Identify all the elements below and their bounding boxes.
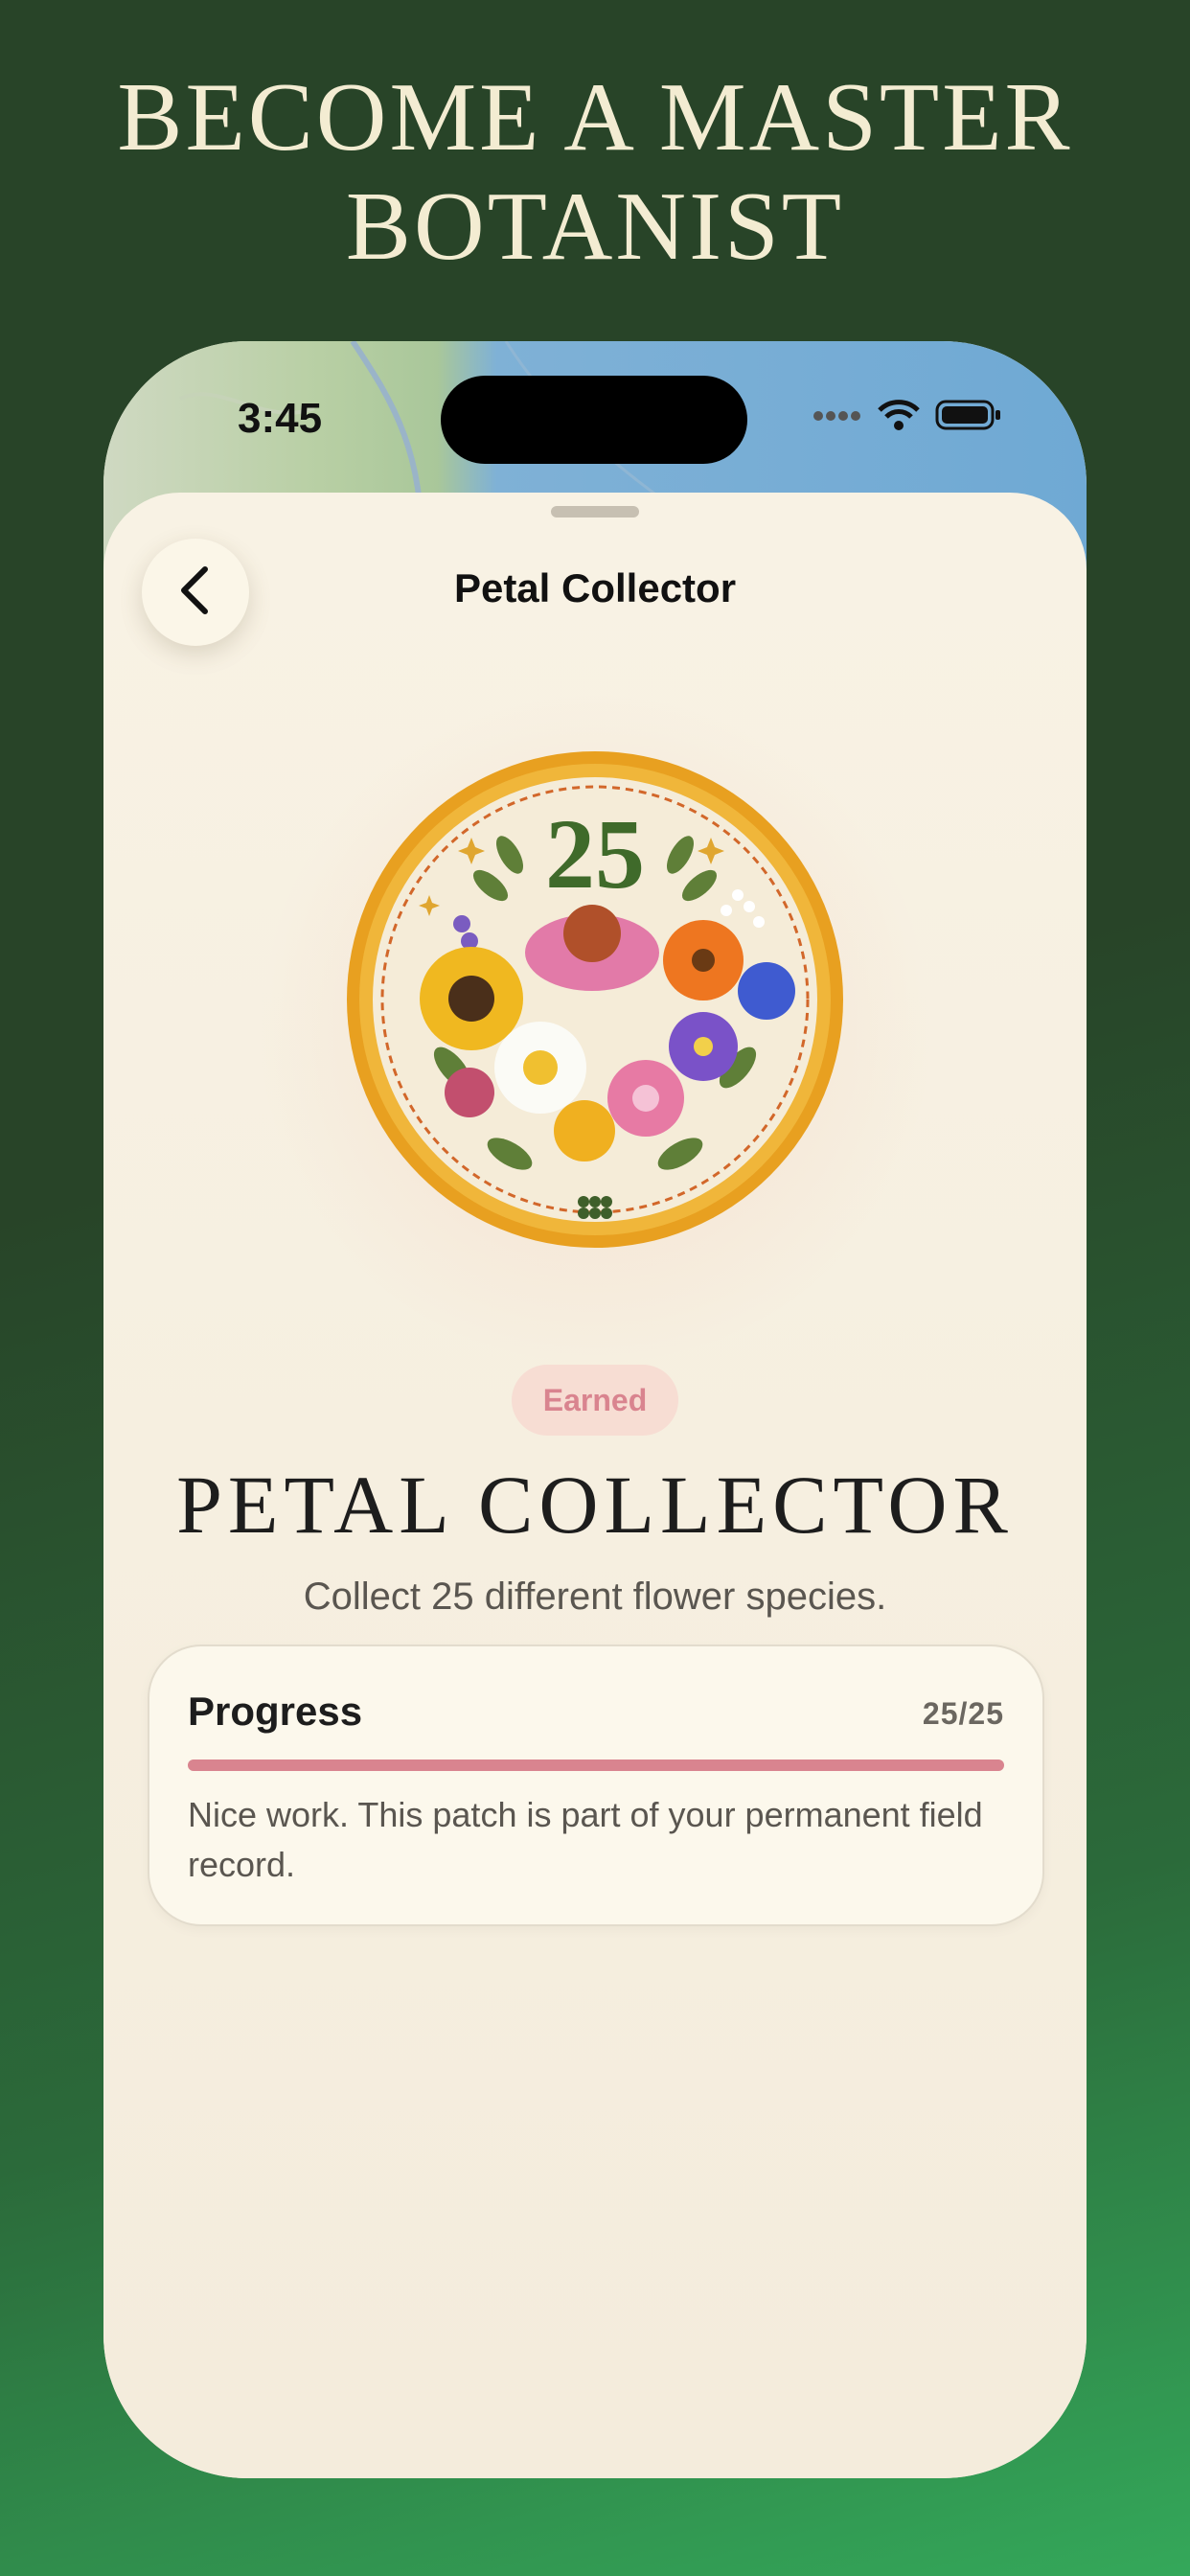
- progress-count: 25/25: [922, 1696, 1004, 1731]
- sheet-grabber[interactable]: [551, 506, 639, 518]
- status-icons: [812, 399, 1002, 436]
- progress-note: Nice work. This patch is part of your pe…: [188, 1795, 983, 1884]
- earned-badge: Earned: [512, 1365, 678, 1436]
- progress-label: Progress: [188, 1689, 363, 1734]
- wifi-icon: [878, 399, 920, 436]
- phone-frame: 3:45 Petal Collector 25 Earned PETAL COL…: [103, 341, 1087, 2478]
- progress-card: Progress 25/25 Nice work. This patch is …: [148, 1644, 1044, 1926]
- battery-icon: [935, 399, 1002, 436]
- nav-title: Petal Collector: [453, 565, 737, 610]
- status-time: 3:45: [238, 395, 323, 442]
- patch-badge: 25: [347, 751, 843, 1248]
- patch-description: Collect 25 different flower species.: [303, 1576, 887, 1618]
- signal-icon: [812, 409, 862, 426]
- headline: BECOME A MASTER BOTANIST: [117, 63, 1073, 281]
- progress-fill: [188, 1760, 1004, 1771]
- detail-sheet: Petal Collector 25 Earned PETAL COLLECTO…: [103, 493, 1087, 2478]
- dynamic-island: [441, 376, 747, 464]
- badge-number: 25: [545, 799, 645, 909]
- progress-bar: [188, 1760, 1004, 1771]
- patch-title: PETAL COLLECTOR: [176, 1459, 1014, 1551]
